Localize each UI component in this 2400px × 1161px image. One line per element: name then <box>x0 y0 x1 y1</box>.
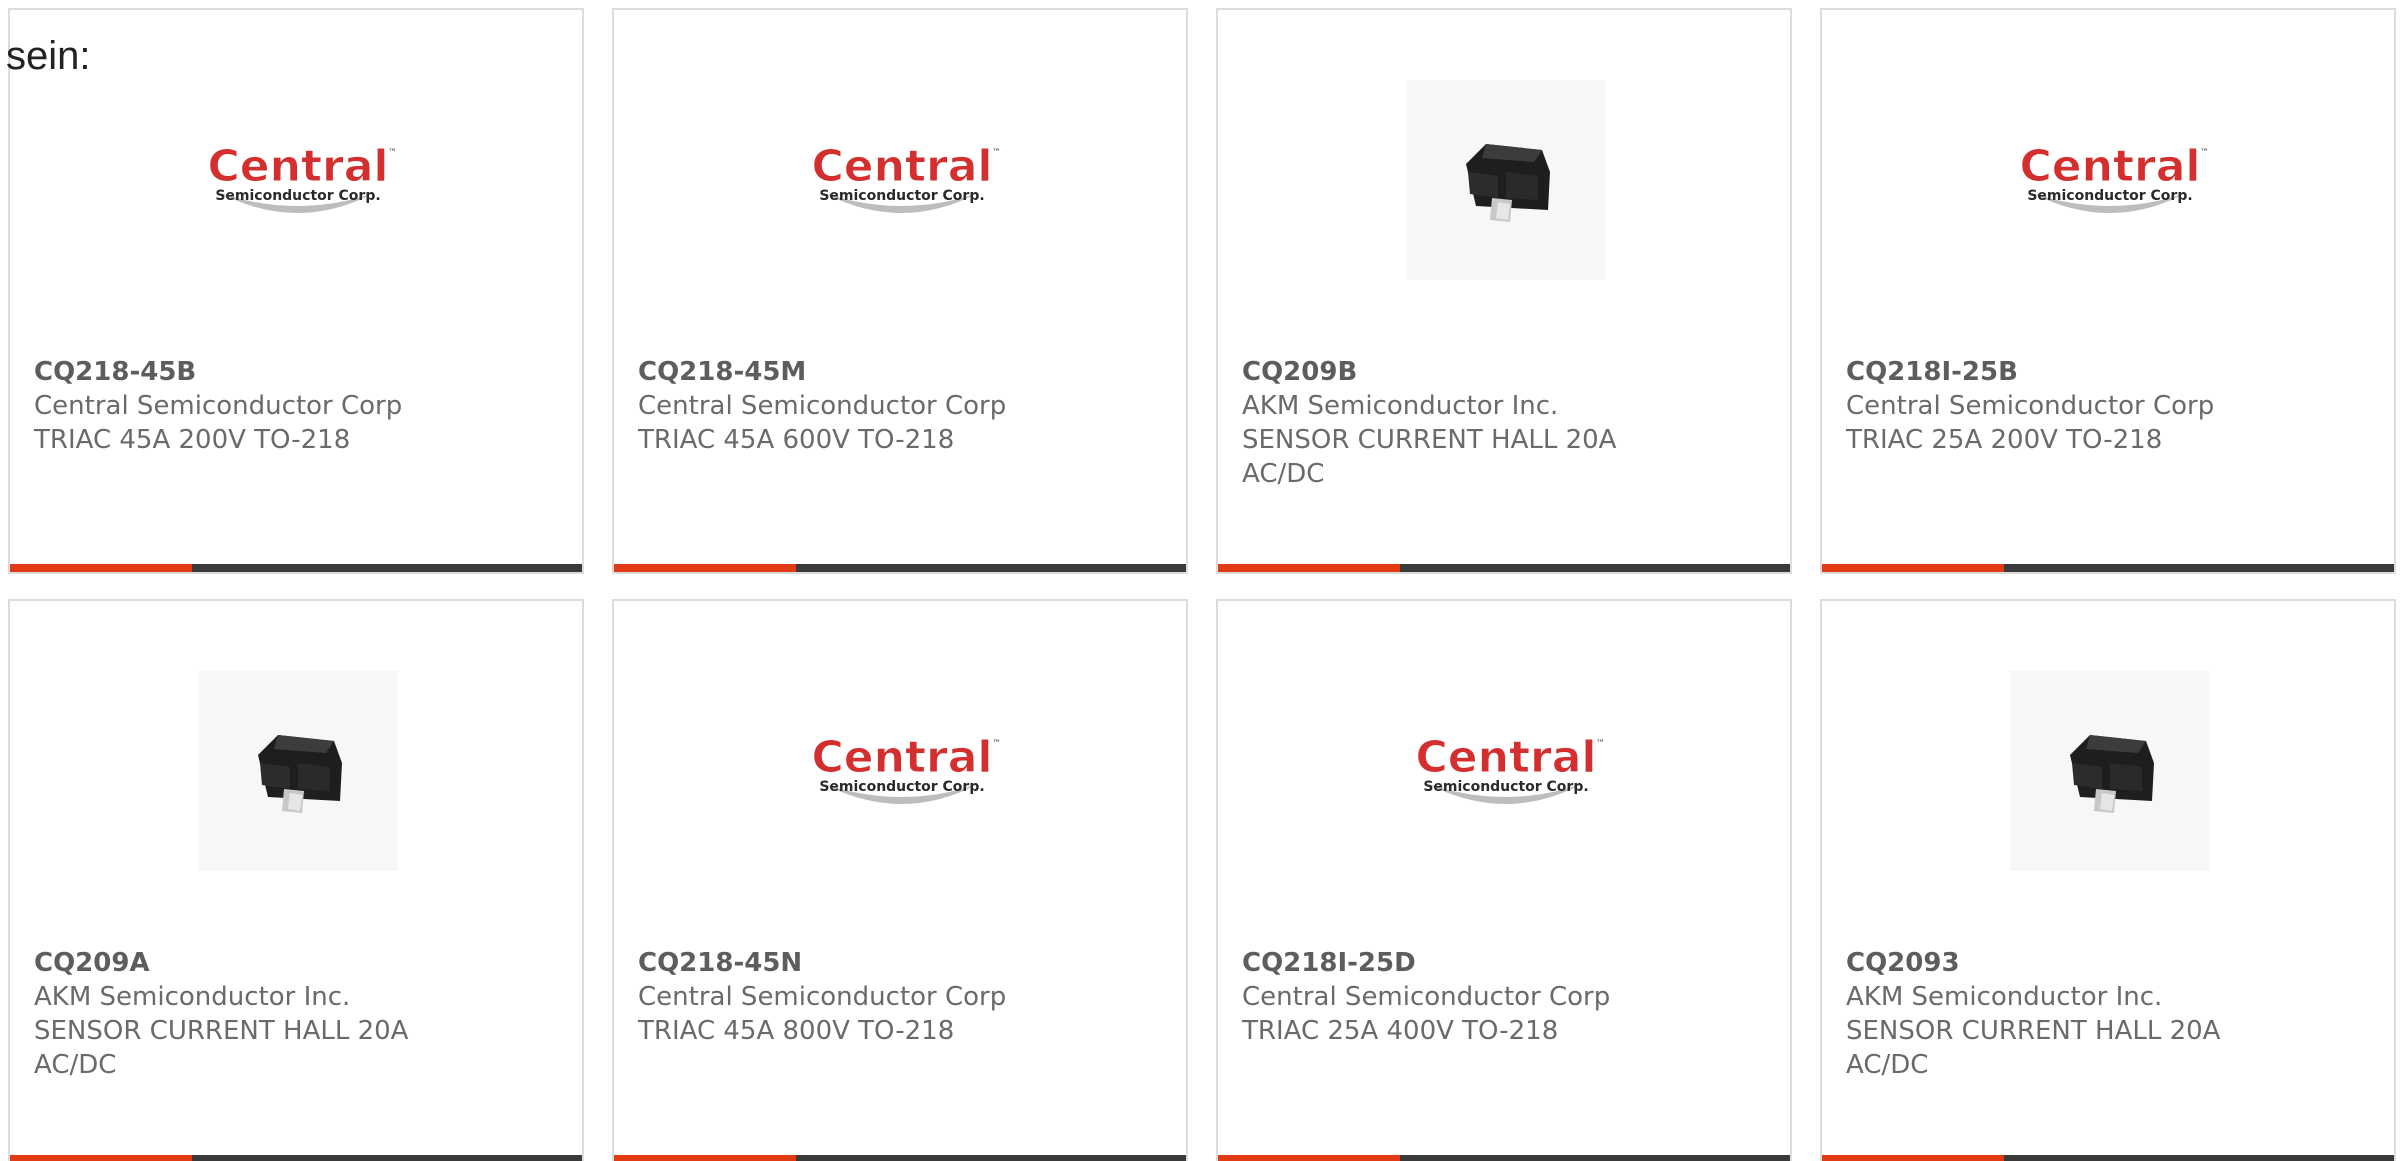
part-number[interactable]: CQ218-45N <box>638 946 1068 980</box>
manufacturer: Central Semiconductor Corp <box>638 982 1007 1012</box>
product-image[interactable]: Central ™ Semiconductor Corp. <box>198 80 398 280</box>
part-number[interactable]: CQ2093 <box>1846 946 2276 980</box>
sensor-chip-icon <box>1466 144 1550 222</box>
product-text: CQ218I-25B Central Semiconductor Corp TR… <box>1846 355 2276 457</box>
central-logo-icon: Central ™ Semiconductor Corp. <box>811 141 1001 213</box>
svg-text:Central: Central <box>2020 141 2201 192</box>
part-number[interactable]: CQ218-45M <box>638 355 1068 389</box>
svg-text:™: ™ <box>992 148 1001 158</box>
manufacturer: Central Semiconductor Corp <box>1242 982 1611 1012</box>
product-description: TRIAC 45A 600V TO-218 <box>638 425 955 455</box>
product-text: CQ218-45N Central Semiconductor Corp TRI… <box>638 946 1068 1048</box>
card-bottom-bar <box>1218 564 1790 572</box>
part-number[interactable]: CQ218-45B <box>34 355 464 389</box>
svg-text:™: ™ <box>388 148 397 158</box>
part-number[interactable]: CQ218I-25B <box>1846 355 2276 389</box>
part-number[interactable]: CQ209A <box>34 946 464 980</box>
product-image[interactable] <box>198 671 398 871</box>
card-accent-bar <box>614 564 796 572</box>
svg-text:Central: Central <box>1416 732 1597 783</box>
product-description: SENSOR CURRENT HALL 20A AC/DC <box>1846 1016 2221 1080</box>
product-description: TRIAC 45A 800V TO-218 <box>638 1016 955 1046</box>
svg-text:Central: Central <box>208 141 389 192</box>
product-grid: sein: Central ™ Semiconductor Corp. CQ218-… <box>0 0 2400 1161</box>
svg-text:™: ™ <box>1596 739 1605 749</box>
card-bottom-bar <box>1822 1155 2394 1161</box>
product-text: CQ218I-25D Central Semiconductor Corp TR… <box>1242 946 1672 1048</box>
part-number[interactable]: CQ218I-25D <box>1242 946 1672 980</box>
card-accent-bar <box>1822 1155 2004 1161</box>
card-accent-bar <box>10 1155 192 1161</box>
sensor-chip-icon <box>258 735 342 813</box>
product-description: TRIAC 45A 200V TO-218 <box>34 425 351 455</box>
product-card-cq218-45b[interactable]: Central ™ Semiconductor Corp. CQ218-45B Ce… <box>8 8 584 574</box>
card-bottom-bar <box>10 564 582 572</box>
manufacturer: Central Semiconductor Corp <box>1846 391 2215 421</box>
product-image[interactable]: Central ™ Semiconductor Corp. <box>802 80 1002 280</box>
product-card-cq209a[interactable]: CQ209A AKM Semiconductor Inc. SENSOR CUR… <box>8 599 584 1161</box>
product-text: CQ218-45B Central Semiconductor Corp TRI… <box>34 355 464 457</box>
svg-text:Semiconductor Corp.: Semiconductor Corp. <box>819 779 984 795</box>
product-image[interactable]: Central ™ Semiconductor Corp. <box>802 671 1002 871</box>
card-bottom-bar <box>614 564 1186 572</box>
svg-text:™: ™ <box>992 739 1001 749</box>
card-bottom-bar <box>614 1155 1186 1161</box>
card-bottom-bar <box>1218 1155 1790 1161</box>
central-logo-icon: Central ™ Semiconductor Corp. <box>811 732 1001 804</box>
product-image[interactable]: Central ™ Semiconductor Corp. <box>1406 671 1606 871</box>
manufacturer: AKM Semiconductor Inc. <box>34 982 351 1012</box>
product-image[interactable]: Central ™ Semiconductor Corp. <box>2010 80 2210 280</box>
card-accent-bar <box>1218 1155 1400 1161</box>
card-accent-bar <box>10 564 192 572</box>
product-description: SENSOR CURRENT HALL 20A AC/DC <box>34 1016 409 1080</box>
central-logo-icon: Central ™ Semiconductor Corp. <box>207 141 397 213</box>
card-accent-bar <box>614 1155 796 1161</box>
card-accent-bar <box>1218 564 1400 572</box>
product-text: CQ209B AKM Semiconductor Inc. SENSOR CUR… <box>1242 355 1672 491</box>
intro-text: sein: <box>6 34 91 78</box>
manufacturer: AKM Semiconductor Inc. <box>1242 391 1559 421</box>
svg-text:Semiconductor Corp.: Semiconductor Corp. <box>1423 779 1588 795</box>
central-logo-icon: Central ™ Semiconductor Corp. <box>2019 141 2209 213</box>
product-text: CQ218-45M Central Semiconductor Corp TRI… <box>638 355 1068 457</box>
manufacturer: Central Semiconductor Corp <box>638 391 1007 421</box>
central-logo-icon: Central ™ Semiconductor Corp. <box>1415 732 1605 804</box>
product-description: SENSOR CURRENT HALL 20A AC/DC <box>1242 425 1617 489</box>
card-accent-bar <box>1822 564 2004 572</box>
manufacturer: Central Semiconductor Corp <box>34 391 403 421</box>
product-card-cq218-45n[interactable]: Central ™ Semiconductor Corp. CQ218-45N Ce… <box>612 599 1188 1161</box>
product-image[interactable] <box>1406 80 1606 280</box>
svg-text:Central: Central <box>812 732 993 783</box>
card-bottom-bar <box>10 1155 582 1161</box>
svg-text:Semiconductor Corp.: Semiconductor Corp. <box>2027 188 2192 204</box>
sensor-chip-icon <box>2070 735 2154 813</box>
part-number[interactable]: CQ209B <box>1242 355 1672 389</box>
svg-text:Semiconductor Corp.: Semiconductor Corp. <box>819 188 984 204</box>
product-card-cq218-45m[interactable]: Central ™ Semiconductor Corp. CQ218-45M Ce… <box>612 8 1188 574</box>
svg-text:Semiconductor Corp.: Semiconductor Corp. <box>215 188 380 204</box>
card-bottom-bar <box>1822 564 2394 572</box>
svg-text:Central: Central <box>812 141 993 192</box>
product-card-cq2093[interactable]: CQ2093 AKM Semiconductor Inc. SENSOR CUR… <box>1820 599 2396 1161</box>
product-card-cq218i-25b[interactable]: Central ™ Semiconductor Corp. CQ218I-25B C… <box>1820 8 2396 574</box>
product-description: TRIAC 25A 400V TO-218 <box>1242 1016 1559 1046</box>
svg-text:™: ™ <box>2200 148 2209 158</box>
product-text: CQ209A AKM Semiconductor Inc. SENSOR CUR… <box>34 946 464 1082</box>
product-card-cq209b[interactable]: CQ209B AKM Semiconductor Inc. SENSOR CUR… <box>1216 8 1792 574</box>
manufacturer: AKM Semiconductor Inc. <box>1846 982 2163 1012</box>
product-text: CQ2093 AKM Semiconductor Inc. SENSOR CUR… <box>1846 946 2276 1082</box>
product-description: TRIAC 25A 200V TO-218 <box>1846 425 2163 455</box>
product-image[interactable] <box>2010 671 2210 871</box>
product-card-cq218i-25d[interactable]: Central ™ Semiconductor Corp. CQ218I-25D C… <box>1216 599 1792 1161</box>
